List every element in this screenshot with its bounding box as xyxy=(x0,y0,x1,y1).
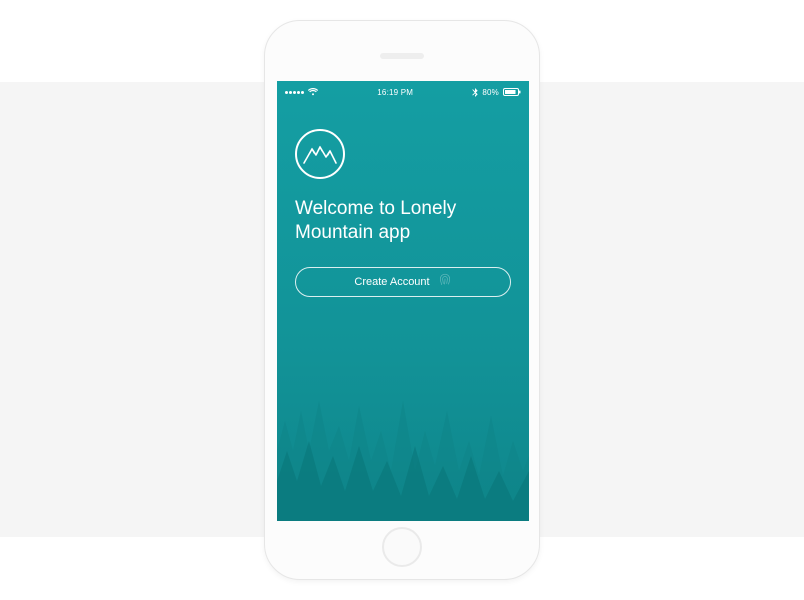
status-time: 16:19 PM xyxy=(377,88,413,97)
status-left xyxy=(285,88,318,96)
phone-frame: 16:19 PM 80% Welcome to Lonely Mountain … xyxy=(264,20,540,580)
battery-percent: 80% xyxy=(482,88,499,97)
welcome-content: Welcome to Lonely Mountain app Create Ac… xyxy=(277,97,529,297)
wifi-icon xyxy=(308,88,318,96)
status-bar: 16:19 PM 80% xyxy=(277,81,529,97)
status-right: 80% xyxy=(472,88,521,97)
phone-speaker xyxy=(380,53,424,59)
battery-icon xyxy=(503,88,521,96)
forest-illustration xyxy=(277,331,529,521)
app-screen: 16:19 PM 80% Welcome to Lonely Mountain … xyxy=(277,81,529,521)
fingerprint-icon xyxy=(438,273,452,290)
mountain-logo-icon xyxy=(295,129,345,179)
welcome-title: Welcome to Lonely Mountain app xyxy=(295,197,511,245)
bluetooth-icon xyxy=(472,88,478,97)
create-account-button[interactable]: Create Account xyxy=(295,267,511,297)
create-account-label: Create Account xyxy=(354,276,429,288)
signal-dots-icon xyxy=(285,91,304,94)
phone-home-button xyxy=(382,527,422,567)
